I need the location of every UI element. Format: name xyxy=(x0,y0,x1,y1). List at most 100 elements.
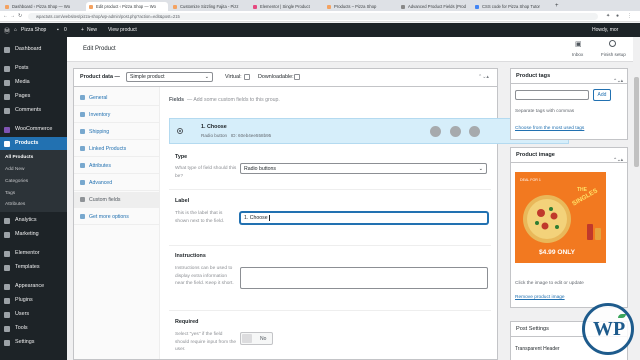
tab-custom-fields[interactable]: Custom fields xyxy=(74,192,160,208)
submenu-all-products[interactable]: All Products xyxy=(5,155,33,160)
browser-tab[interactable]: CSS code for Pizza Shop Tutor xyxy=(472,2,552,11)
reload-icon[interactable]: ↻ xyxy=(18,13,22,19)
instructions-textarea[interactable] xyxy=(240,267,488,289)
extensions-icon[interactable]: ✦ xyxy=(606,13,610,19)
menu-elementor[interactable]: Elementor xyxy=(0,247,67,260)
tab-label: General xyxy=(89,95,108,101)
finish-setup-icon[interactable] xyxy=(609,40,616,47)
collapse-arrows-icon[interactable]: ⌃⌄▴ xyxy=(613,152,623,167)
products-submenu: All Products Add New Categories Tags Att… xyxy=(0,150,67,212)
browser-tab-active[interactable]: Edit product ‹ Pizza Shop — Wo xyxy=(86,2,168,11)
menu-plugins[interactable]: Plugins xyxy=(0,294,67,307)
choose-tags-link[interactable]: Choose from the most used tags xyxy=(515,126,584,131)
inbox-icon[interactable]: ▣ xyxy=(575,40,582,48)
downloadable-checkbox[interactable] xyxy=(294,74,300,80)
comments-icon[interactable]: ▪ xyxy=(57,27,59,33)
favicon-icon xyxy=(5,4,9,9)
tab-inventory[interactable]: Inventory xyxy=(74,107,160,123)
menu-label: Dashboard xyxy=(15,46,42,52)
profile-icon[interactable]: ● xyxy=(616,13,619,19)
menu-label: Posts xyxy=(15,65,29,71)
back-icon[interactable]: ← xyxy=(3,13,8,19)
field-type-select[interactable]: Radio buttons ⌄ xyxy=(240,163,487,174)
collapse-arrows-icon[interactable]: ⌃⌄▴ xyxy=(478,74,489,80)
image-price: $4.99 ONLY xyxy=(539,249,576,256)
menu-tools[interactable]: Tools xyxy=(0,322,67,335)
view-product-link[interactable]: View product xyxy=(108,27,137,33)
menu-pages[interactable]: Pages xyxy=(0,90,67,103)
menu-posts[interactable]: Posts xyxy=(0,62,67,75)
menu-woocommerce[interactable]: WooCommerce xyxy=(0,123,67,136)
comments-count[interactable]: 0 xyxy=(64,27,67,33)
virtual-checkbox[interactable] xyxy=(244,74,250,80)
wordpress-logo-icon[interactable]: Ⓦ xyxy=(4,26,10,35)
menu-label: Tools xyxy=(15,325,28,331)
duplicate-field-icon[interactable] xyxy=(450,126,461,137)
field-type-value: Radio buttons xyxy=(244,166,277,172)
menu-dashboard[interactable]: Dashboard xyxy=(0,43,67,56)
howdy-link[interactable]: Howdy, mor xyxy=(592,27,618,33)
collapse-arrows-icon[interactable]: ⌃⌄▴ xyxy=(613,73,623,88)
new-link[interactable]: New xyxy=(87,27,97,33)
menu-comments[interactable]: Comments xyxy=(0,104,67,117)
submenu-add-new[interactable]: Add New xyxy=(5,167,24,172)
tab-advanced[interactable]: Advanced xyxy=(74,175,160,191)
tab-attributes[interactable]: Attributes xyxy=(74,158,160,174)
box-title: Product image xyxy=(516,152,555,158)
tab-general[interactable]: General xyxy=(74,90,160,106)
url-input[interactable]: wpactuts.com/websites/pizza-shop/wp-admi… xyxy=(28,13,598,20)
menu-users[interactable]: Users xyxy=(0,308,67,321)
tab-get-more-options[interactable]: Get more options xyxy=(74,209,160,225)
required-toggle[interactable]: No xyxy=(240,332,273,345)
instructions-description: Instructions can be used to display extr… xyxy=(175,266,234,287)
admin-bar: Ⓦ ⌂ Pizza Shop ▪ 0 + New View product Ho… xyxy=(0,23,640,37)
submenu-tags[interactable]: Tags xyxy=(5,191,15,196)
settings-field-icon[interactable] xyxy=(469,126,480,137)
remove-image-link[interactable]: Remove product image xyxy=(515,295,565,300)
divider xyxy=(169,189,491,190)
product-image-box: Product image ⌃⌄▴ DEAL FOR 1 THE SINGLES … xyxy=(510,147,628,308)
admin-sidebar: Dashboard Posts Media Pages Comments Woo… xyxy=(0,37,67,360)
browser-tab[interactable]: Customize Sizzling Fajita - Pizz xyxy=(170,2,248,11)
browser-tab[interactable]: Products – Pizza Shop xyxy=(324,2,396,11)
wrench-icon xyxy=(4,325,10,332)
required-description: Select "yes" if the field should require… xyxy=(175,332,237,353)
menu-marketing[interactable]: Marketing xyxy=(0,228,67,241)
menu-icon[interactable]: ⋮ xyxy=(627,13,632,19)
add-tag-button[interactable]: Add xyxy=(593,89,611,101)
menu-templates[interactable]: Templates xyxy=(0,261,67,274)
submenu-attributes[interactable]: Attributes xyxy=(5,202,25,207)
forward-icon[interactable]: → xyxy=(10,13,15,19)
finish-setup-label[interactable]: Finish setup xyxy=(601,52,626,57)
menu-products[interactable]: Products xyxy=(0,137,67,150)
tab-shipping[interactable]: Shipping xyxy=(74,124,160,140)
new-tab-button[interactable]: + xyxy=(553,2,563,11)
submenu-categories[interactable]: Categories xyxy=(5,179,28,184)
product-type-select[interactable]: Simple product ⌄ xyxy=(126,72,213,82)
menu-appearance[interactable]: Appearance xyxy=(0,280,67,293)
page-scrollbar[interactable] xyxy=(633,37,640,360)
tag-input[interactable] xyxy=(515,90,589,100)
divider xyxy=(169,245,491,246)
elementor-icon xyxy=(4,250,10,257)
menu-analytics[interactable]: Analytics xyxy=(0,214,67,227)
tab-label: Linked Products xyxy=(89,146,127,152)
woocommerce-icon xyxy=(4,126,10,133)
tab-linked-products[interactable]: Linked Products xyxy=(74,141,160,157)
site-name-link[interactable]: Pizza Shop xyxy=(21,27,46,33)
menu-media[interactable]: Media xyxy=(0,76,67,89)
product-image[interactable]: DEAL FOR 1 THE SINGLES $4.99 ONLY xyxy=(515,172,606,263)
scrollbar-thumb[interactable] xyxy=(634,77,639,167)
tags-hint: Separate tags with commas xyxy=(515,109,575,114)
favicon-icon xyxy=(401,4,405,9)
delete-field-icon[interactable] xyxy=(430,126,441,137)
menu-settings[interactable]: Settings xyxy=(0,336,67,349)
tab-label: Custom fields xyxy=(89,197,121,203)
browser-tab[interactable]: Advanced Product Fields (Prod xyxy=(398,2,470,11)
field-row-header[interactable]: 1. Choose Radio button ID: 60eb4ee558b95 xyxy=(169,118,569,144)
field-label-input[interactable]: 1. Choose xyxy=(240,212,488,224)
list-icon xyxy=(80,163,85,168)
inbox-label[interactable]: Inbox xyxy=(572,52,583,57)
browser-tab[interactable]: Dashboard ‹ Pizza Shop — Wo xyxy=(2,2,84,11)
browser-tab[interactable]: Elementor | Single Product xyxy=(250,2,322,11)
